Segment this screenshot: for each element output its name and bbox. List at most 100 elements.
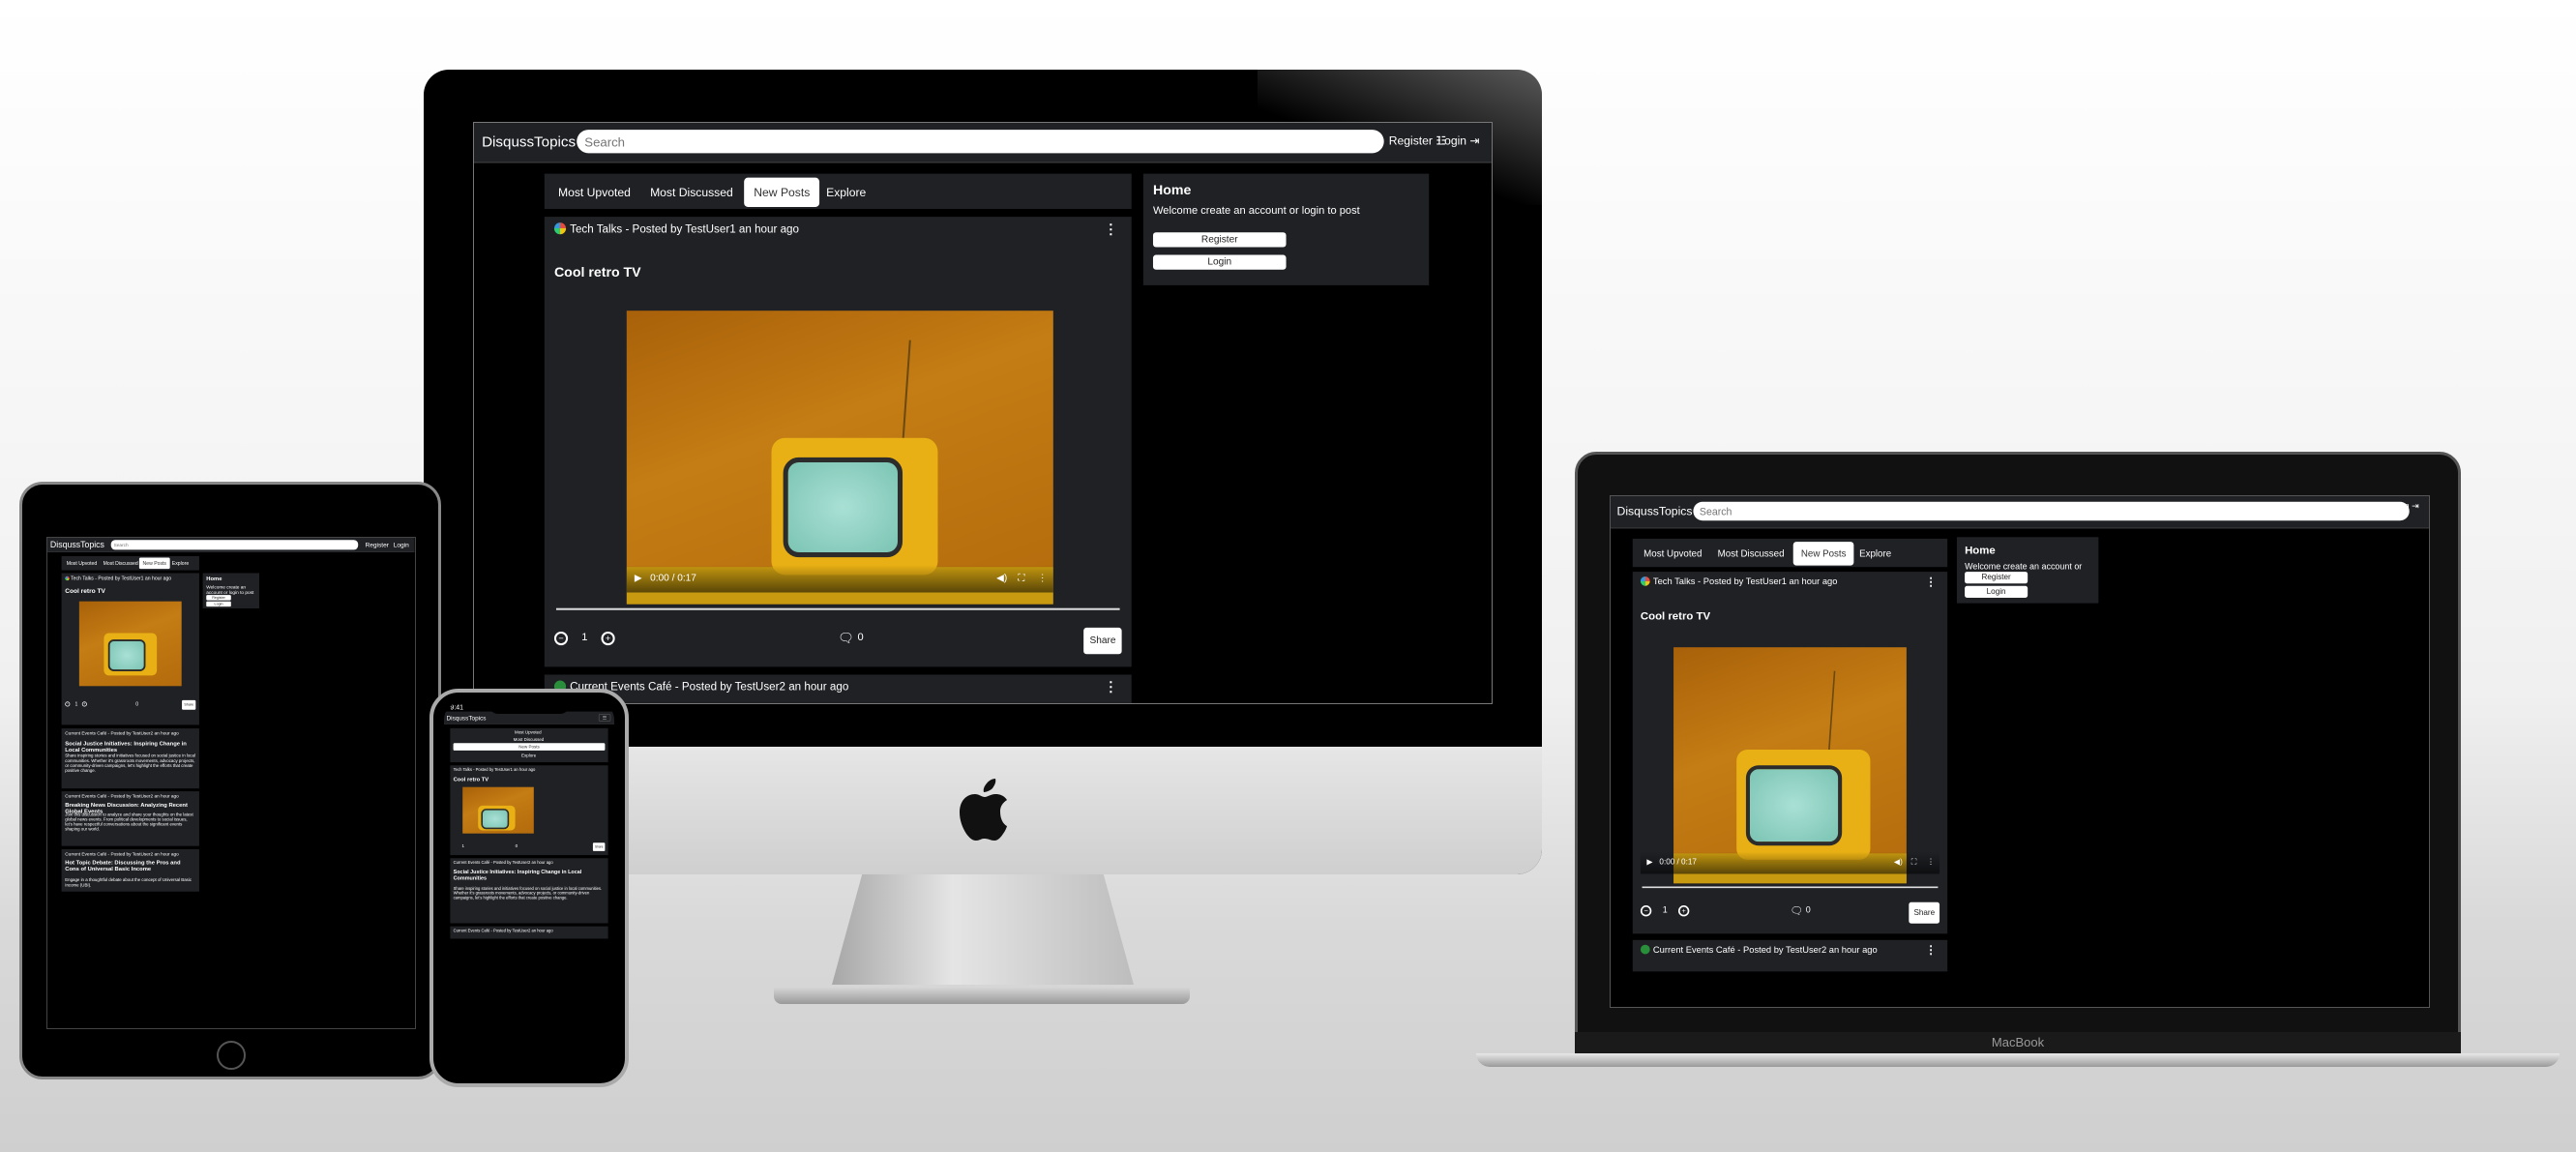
- tab-new-posts[interactable]: New Posts: [744, 177, 820, 207]
- login-link[interactable]: Login: [394, 542, 409, 549]
- community-avatar-icon: [1640, 944, 1650, 955]
- volume-icon[interactable]: ◀): [996, 573, 1007, 583]
- tab-most-discussed[interactable]: Most Discussed: [511, 736, 547, 744]
- post-title[interactable]: Cool retro TV: [65, 587, 105, 595]
- post-actions: − 1 + 🗨 0 Share: [1640, 901, 1940, 925]
- tab-explore[interactable]: Explore: [818, 182, 873, 203]
- sidebar-login-button[interactable]: Login: [1965, 585, 2028, 598]
- tab-new-posts[interactable]: New Posts: [453, 743, 606, 751]
- post-header: Current Events Café - Posted by TestUser…: [65, 851, 179, 857]
- comment-count: 0: [857, 631, 864, 644]
- tab-explore[interactable]: Explore: [169, 559, 192, 568]
- tab-most-discussed[interactable]: Most Discussed: [642, 182, 741, 203]
- post-meta: Tech Talks - Posted by TestUser1 an hour…: [1652, 576, 1838, 587]
- tab-most-upvoted[interactable]: Most Upvoted: [550, 182, 638, 203]
- login-link[interactable]: Login ⇥: [1437, 133, 1479, 147]
- sidebar-login-button[interactable]: Login: [206, 601, 231, 607]
- brand-logo[interactable]: DisqussTopics: [482, 133, 576, 150]
- tab-new-posts[interactable]: New Posts: [138, 557, 170, 570]
- play-icon[interactable]: ▶: [1646, 858, 1652, 867]
- login-icon: ⇥: [1469, 133, 1480, 148]
- comment-count: 0: [515, 842, 518, 849]
- tv-screen: [481, 809, 510, 830]
- share-button[interactable]: Share: [593, 842, 606, 851]
- downvote-icon[interactable]: −: [65, 701, 71, 707]
- post-body: Engage in a thoughtful debate about the …: [65, 877, 192, 888]
- phone-status-time: 9:41: [450, 703, 464, 712]
- more-options-icon[interactable]: ⋮: [1104, 221, 1117, 237]
- more-options-icon[interactable]: ⋮: [1925, 943, 1936, 957]
- macbook-screen: DisqussTopics Register ☷ Login ⇥ Most Up…: [1610, 495, 2430, 1008]
- sort-tabs: Most Upvoted Most Discussed New Posts Ex…: [544, 173, 1132, 210]
- sidebar-register-button[interactable]: Register: [1965, 572, 2028, 584]
- share-button[interactable]: Share: [182, 699, 196, 710]
- video-progress-track: [555, 607, 1120, 610]
- imac-screen: DisqussTopics Register ☷ Login ⇥ Most Up…: [473, 122, 1493, 704]
- brand-logo[interactable]: DisqussTopics: [1617, 505, 1693, 518]
- video-time: 0:00 / 0:17: [650, 573, 696, 584]
- brand-logo[interactable]: DisqussTopics: [447, 715, 487, 722]
- tab-most-discussed[interactable]: Most Discussed: [101, 559, 141, 568]
- register-link[interactable]: Register ☷: [2347, 501, 2389, 512]
- sidebar-register-button[interactable]: Register: [1152, 232, 1287, 248]
- post-title[interactable]: Social Justice Initiatives: Inspiring Ch…: [65, 741, 195, 753]
- ipad-home-button[interactable]: [217, 1041, 246, 1070]
- post-card: Tech Talks - Posted by TestUser1 an hour…: [544, 217, 1132, 667]
- post-title[interactable]: Cool retro TV: [454, 776, 489, 783]
- post-title[interactable]: Cool retro TV: [1641, 609, 1710, 622]
- downvote-icon[interactable]: −: [1640, 905, 1652, 917]
- post-card: Current Events Café - Posted by TestUser…: [61, 848, 199, 892]
- hamburger-menu-icon[interactable]: ☰: [599, 714, 611, 722]
- sidebar-login-button[interactable]: Login: [1152, 254, 1287, 270]
- vote-count: 1: [74, 700, 78, 707]
- tab-explore[interactable]: Explore: [518, 752, 538, 759]
- video-menu-icon[interactable]: ⋮: [1038, 573, 1048, 583]
- tv-antenna: [1827, 670, 1836, 753]
- tab-explore[interactable]: Explore: [1853, 545, 1898, 562]
- sidebar-register-button[interactable]: Register: [206, 595, 231, 601]
- sidebar: Home Welcome create an account or login …: [1142, 173, 1430, 285]
- post-card: Current Events Café - Posted by TestUser…: [1632, 939, 1948, 972]
- tab-most-upvoted[interactable]: Most Upvoted: [1638, 545, 1708, 562]
- brand-logo[interactable]: DisqussTopics: [50, 540, 104, 549]
- share-button[interactable]: Share: [1083, 627, 1122, 655]
- downvote-icon[interactable]: −: [553, 631, 569, 646]
- play-icon[interactable]: ▶: [635, 573, 642, 583]
- share-button[interactable]: Share: [1909, 901, 1940, 924]
- search-input[interactable]: [110, 540, 359, 550]
- post-header: Current Events Café - Posted by TestUser…: [453, 860, 553, 865]
- tab-new-posts[interactable]: New Posts: [1792, 542, 1854, 566]
- video-player[interactable]: [626, 310, 1053, 605]
- upvote-icon[interactable]: +: [1677, 905, 1690, 917]
- more-options-icon[interactable]: ⋮: [1925, 575, 1936, 588]
- video-menu-icon[interactable]: ⋮: [1927, 858, 1935, 867]
- volume-icon[interactable]: ◀): [1894, 858, 1903, 867]
- video-player[interactable]: [462, 786, 534, 834]
- register-link[interactable]: Register: [366, 542, 389, 549]
- sidebar-text: Welcome create an account or login to po…: [206, 584, 254, 596]
- tab-most-upvoted[interactable]: Most Upvoted: [64, 559, 100, 568]
- comment-icon[interactable]: 🗨: [838, 631, 854, 646]
- search-input[interactable]: [1693, 501, 2410, 521]
- post-title[interactable]: Cool retro TV: [554, 264, 641, 280]
- upvote-icon[interactable]: +: [601, 631, 615, 646]
- post-header: Current Events Café - Posted by TestUser…: [1640, 944, 1878, 955]
- tab-most-upvoted[interactable]: Most Upvoted: [512, 728, 544, 736]
- video-progress[interactable]: [1642, 886, 1939, 889]
- post-header: Tech Talks - Posted by TestUser1 an hour…: [1640, 576, 1838, 587]
- post-title[interactable]: Hot Topic Debate: Discussing the Pros an…: [65, 860, 195, 872]
- tab-most-discussed[interactable]: Most Discussed: [1711, 545, 1791, 562]
- video-progress[interactable]: [555, 607, 1120, 612]
- search-input[interactable]: [577, 130, 1384, 154]
- more-options-icon[interactable]: ⋮: [1104, 679, 1117, 695]
- video-player[interactable]: [78, 601, 182, 687]
- comment-icon[interactable]: 🗨: [1790, 904, 1802, 917]
- upvote-icon[interactable]: +: [81, 701, 87, 707]
- video-player[interactable]: [1673, 647, 1907, 884]
- vote-count: 1: [581, 631, 588, 644]
- fullscreen-icon[interactable]: ⛶: [1018, 573, 1024, 583]
- fullscreen-icon[interactable]: ⛶: [1911, 858, 1917, 867]
- login-link[interactable]: Login ⇥: [2388, 501, 2419, 512]
- register-link-label: Register: [365, 541, 389, 548]
- post-title[interactable]: Social Justice Initiatives: Inspiring Ch…: [454, 869, 603, 881]
